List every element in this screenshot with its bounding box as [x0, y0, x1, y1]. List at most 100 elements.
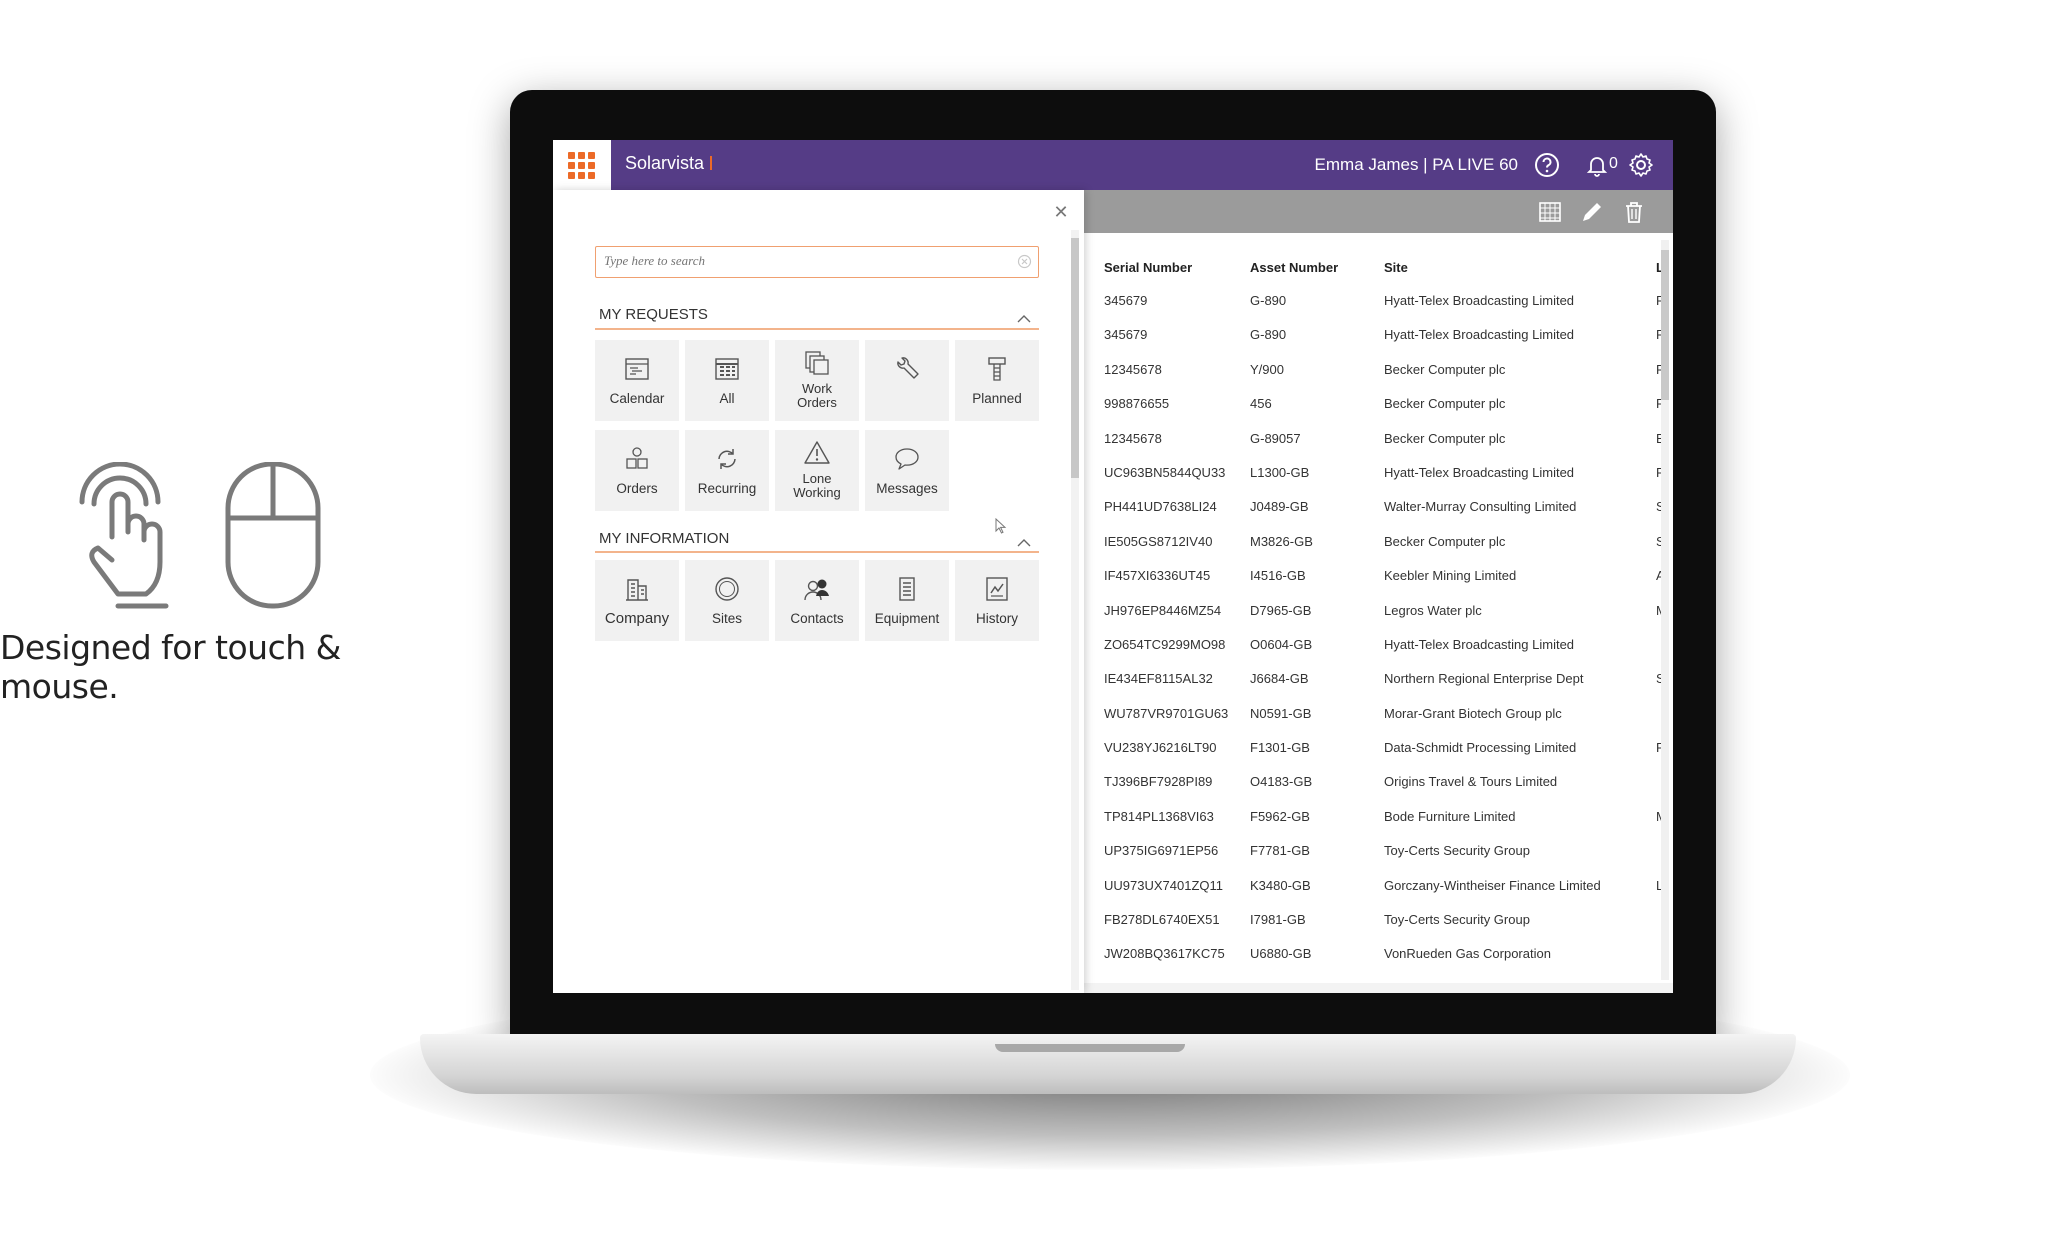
collapse-requests-caret-icon[interactable] [1017, 314, 1031, 324]
menu-scroll-thumb[interactable] [1071, 238, 1079, 478]
table-row[interactable]: VU238YJ6216LT90 F1301-GB Data-Schmidt Proc… [1084, 731, 1664, 765]
table-row[interactable]: 998876655 456 Becker Computer plc F [1084, 387, 1664, 421]
planned-tool-icon [988, 357, 1006, 381]
column-header-asset[interactable]: Asset Number [1250, 260, 1338, 275]
site-cell: Gorczany-Wintheiser Finance Limited [1384, 877, 1601, 893]
table-row[interactable]: 12345678Y/900Becker Computer plcR [1084, 353, 1665, 387]
asset-number-cell: O4183-GB [1250, 774, 1313, 790]
table-row[interactable]: JW208BQ3617KC75 U6880-GB VonRueden Gas Cor… [1084, 937, 1654, 971]
tile-company[interactable]: Company [595, 560, 679, 641]
site-cell: VonRueden Gas Corporation [1384, 946, 1551, 962]
tile-label: Contacts [790, 611, 844, 626]
clear-search-icon[interactable] [1017, 254, 1032, 269]
table-row[interactable]: WU787VR9701GU63 N0591-GB Morar-Grant Biote… [1084, 697, 1654, 731]
asset-number-cell: L1300-GB [1250, 464, 1310, 480]
site-cell: Hyatt-Telex Broadcasting Limited [1384, 464, 1575, 480]
tile-all[interactable]: All [685, 340, 769, 421]
speech-bubble-icon [895, 448, 919, 470]
site-cell: Becker Computer plc [1384, 396, 1506, 412]
site-cell: Hyatt-Telex Broadcasting Limited [1384, 636, 1575, 652]
grid-horizontal-scrollbar[interactable] [1084, 983, 1673, 993]
work-orders-icon [805, 351, 829, 375]
serial-number-cell: TJ396BF7928PI89 [1104, 774, 1213, 790]
site-cell: Becker Computer plc [1384, 430, 1506, 446]
tile-calendar[interactable]: Calendar [595, 340, 679, 421]
table-row[interactable]: TP814PL1368VI63 F5962-GB Bode Furniture Li… [1084, 800, 1666, 834]
grid-view-icon[interactable] [1536, 198, 1564, 226]
table-row[interactable]: UU973UX7401ZQ11 K3480-GB Gorczany-Wintheis… [1084, 869, 1663, 903]
table-row[interactable]: 345679 G-890 Hyatt-Telex Broadcasting Limi… [1084, 284, 1665, 318]
promo-caption: Designed for touch & mouse. [0, 628, 341, 706]
tile-label: Planned [972, 391, 1022, 406]
tile-wrench[interactable] [865, 340, 949, 421]
tile-lone-working[interactable]: Lone Working [775, 430, 859, 511]
tile-equipment[interactable]: Equipment [865, 560, 949, 641]
grid-list-icon [715, 358, 739, 380]
serial-number-cell: 12345678 [1104, 361, 1162, 377]
grid-vertical-scrollbar[interactable] [1661, 240, 1669, 980]
table-row[interactable]: UC963BN5844QU33 L1300-GB Hyatt-Telex Broad… [1084, 456, 1664, 490]
user-info[interactable]: Emma James | PA LIVE 60 [1315, 155, 1518, 175]
column-header-serial[interactable]: Serial Number [1104, 260, 1192, 275]
tile-label: All [719, 391, 735, 406]
tile-recurring[interactable]: Recurring [685, 430, 769, 511]
calendar-icon [625, 358, 649, 380]
warning-triangle-icon [804, 441, 830, 464]
brand-accent-bar [710, 156, 713, 170]
grid-rows: 345679 G-890 Hyatt-Telex Broadcasting Limi… [1084, 284, 1666, 972]
section-divider [595, 328, 1039, 330]
site-cell: Toy-Certs Security Group [1384, 912, 1530, 928]
asset-number-cell: D7965-GB [1250, 602, 1312, 618]
apps-grid-button[interactable] [553, 140, 611, 190]
tile-orders[interactable]: Orders [595, 430, 679, 511]
apps-grid-dot [588, 152, 595, 159]
table-row[interactable]: PH441UD7638LI24 J0489-GB Walter-Murray Con… [1084, 490, 1665, 524]
asset-number-cell: I4516-GB [1250, 568, 1306, 584]
table-row[interactable]: ZO654TC9299MO98 O0604-GB Hyatt-Telex Broad… [1084, 628, 1654, 662]
asset-number-cell: G-890 [1250, 293, 1287, 308]
table-row[interactable]: 12345678G-89057Becker Computer plcB [1084, 422, 1665, 456]
table-row[interactable]: 345679 G-890 Hyatt-Telex Broadcasting Limi… [1084, 318, 1665, 352]
serial-number-cell: 345679 [1104, 327, 1148, 343]
apps-grid-dot [568, 152, 575, 159]
orders-icon [626, 447, 648, 469]
asset-number-cell: G-890 [1250, 327, 1287, 343]
column-header-site[interactable]: Site [1384, 260, 1408, 275]
table-row[interactable]: IE505GS8712IV40 M3826-GB Becker Computer p… [1084, 525, 1665, 559]
help-icon[interactable] [1533, 151, 1561, 179]
tile-contacts[interactable]: Contacts [775, 560, 859, 641]
tile-sites[interactable]: Sites [685, 560, 769, 641]
edit-pencil-icon[interactable] [1578, 198, 1606, 226]
apps-grid-dot [578, 172, 585, 179]
asset-number-cell: U6880-GB [1250, 946, 1312, 962]
menu-scrollbar[interactable] [1071, 230, 1079, 990]
close-menu-button[interactable]: ✕ [1053, 203, 1069, 221]
serial-number-cell: UC963BN5844QU33 [1104, 464, 1226, 480]
search-input[interactable] [596, 247, 996, 275]
serial-number-cell: UP375IG6971EP56 [1104, 843, 1219, 859]
serial-number-cell: FB278DL6740EX51 [1104, 912, 1220, 928]
grid-scroll-thumb[interactable] [1661, 250, 1669, 400]
table-row[interactable]: TJ396BF7928PI89 O4183-GB Origins Travel & … [1084, 765, 1654, 799]
settings-gear-icon[interactable] [1627, 151, 1655, 179]
trash-icon[interactable] [1620, 198, 1648, 226]
tile-history[interactable]: History [955, 560, 1039, 641]
table-row[interactable]: IE434EF8115AL32 J6684-GB Northern Regional… [1084, 662, 1665, 696]
menu-search [595, 246, 1039, 278]
tile-planned[interactable]: Planned [955, 340, 1039, 421]
bell-icon[interactable] [1583, 151, 1611, 179]
brand-logo: Solarvista [625, 153, 713, 174]
table-row[interactable]: JH976EP8446MZ54D7965-GBLegros Water plcM [1084, 594, 1666, 628]
tile-label: Equipment [874, 611, 940, 626]
collapse-information-caret-icon[interactable] [1017, 538, 1031, 548]
tile-messages[interactable]: Messages [865, 430, 949, 511]
table-row[interactable]: FB278DL6740EX51 I7981-GB Toy-Certs Securit… [1084, 903, 1654, 937]
table-row[interactable]: UP375IG6971EP56 F7781-GB Toy-Certs Securit… [1084, 834, 1654, 868]
serial-number-cell: JH976EP8446MZ54 [1104, 602, 1222, 618]
table-row[interactable]: IF457XI6336UT45 I4516-GB Keebler Mining Li… [1084, 559, 1665, 593]
tile-work-orders[interactable]: Work Orders [775, 340, 859, 421]
apps-grid-dot [588, 162, 595, 169]
laptop-base [420, 1034, 1796, 1094]
site-cell: Hyatt-Telex Broadcasting Limited [1384, 293, 1575, 308]
contacts-people-icon [804, 579, 829, 601]
